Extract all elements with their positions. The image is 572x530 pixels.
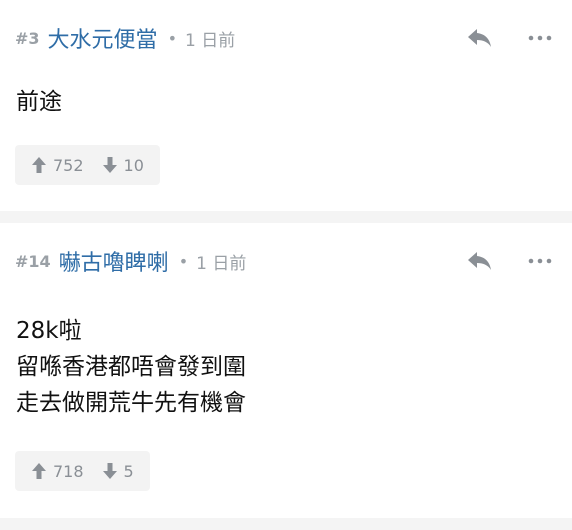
- post-header: #3 大水元便當 • 1 日前: [15, 23, 557, 53]
- upvote-count: 752: [53, 155, 84, 175]
- reply-icon[interactable]: [467, 248, 493, 274]
- floor-number: #3: [15, 28, 40, 48]
- upvote-icon: [32, 157, 46, 173]
- post-3: #3 大水元便當 • 1 日前 前途 752 10: [0, 0, 572, 211]
- post-separator: [0, 518, 572, 530]
- post-separator: [0, 211, 572, 223]
- username-link[interactable]: 嚇古嚕睥喇: [59, 245, 169, 277]
- username-link[interactable]: 大水元便當: [48, 22, 158, 54]
- vote-bar: 752 10: [15, 145, 160, 185]
- content-line: 28k啦: [16, 318, 82, 344]
- more-icon[interactable]: [527, 248, 553, 274]
- downvote-button[interactable]: 10: [102, 156, 144, 175]
- downvote-count: 5: [123, 461, 134, 481]
- content-line: 留喺香港都唔會發到圍: [16, 354, 246, 380]
- post-content: 前途: [16, 84, 556, 120]
- separator-dot: •: [178, 251, 189, 271]
- content-line: 前途: [16, 89, 62, 115]
- separator-dot: •: [167, 28, 177, 48]
- upvote-button[interactable]: 718: [31, 462, 84, 481]
- downvote-button[interactable]: 5: [102, 462, 134, 481]
- content-line: 走去做開荒牛先有機會: [16, 390, 246, 416]
- post-time: 1 日前: [196, 253, 247, 274]
- reply-icon[interactable]: [467, 25, 493, 51]
- upvote-icon: [32, 463, 46, 479]
- downvote-count: 10: [123, 155, 144, 175]
- post-14: #14 嚇古嚕睥喇 • 1 日前 28k啦 留喺香港都唔會發到圍 走去做開荒牛先…: [0, 223, 572, 518]
- downvote-icon: [102, 157, 117, 173]
- floor-number: #14: [15, 251, 51, 271]
- post-actions: [467, 25, 553, 51]
- post-content: 28k啦 留喺香港都唔會發到圍 走去做開荒牛先有機會: [16, 313, 556, 421]
- upvote-count: 718: [53, 461, 84, 481]
- vote-bar: 718 5: [15, 451, 150, 491]
- post-time: 1 日前: [185, 30, 236, 51]
- post-header: #14 嚇古嚕睥喇 • 1 日前: [15, 246, 557, 276]
- downvote-icon: [102, 463, 117, 479]
- upvote-button[interactable]: 752: [31, 156, 84, 175]
- more-icon[interactable]: [527, 25, 553, 51]
- post-actions: [467, 248, 553, 274]
